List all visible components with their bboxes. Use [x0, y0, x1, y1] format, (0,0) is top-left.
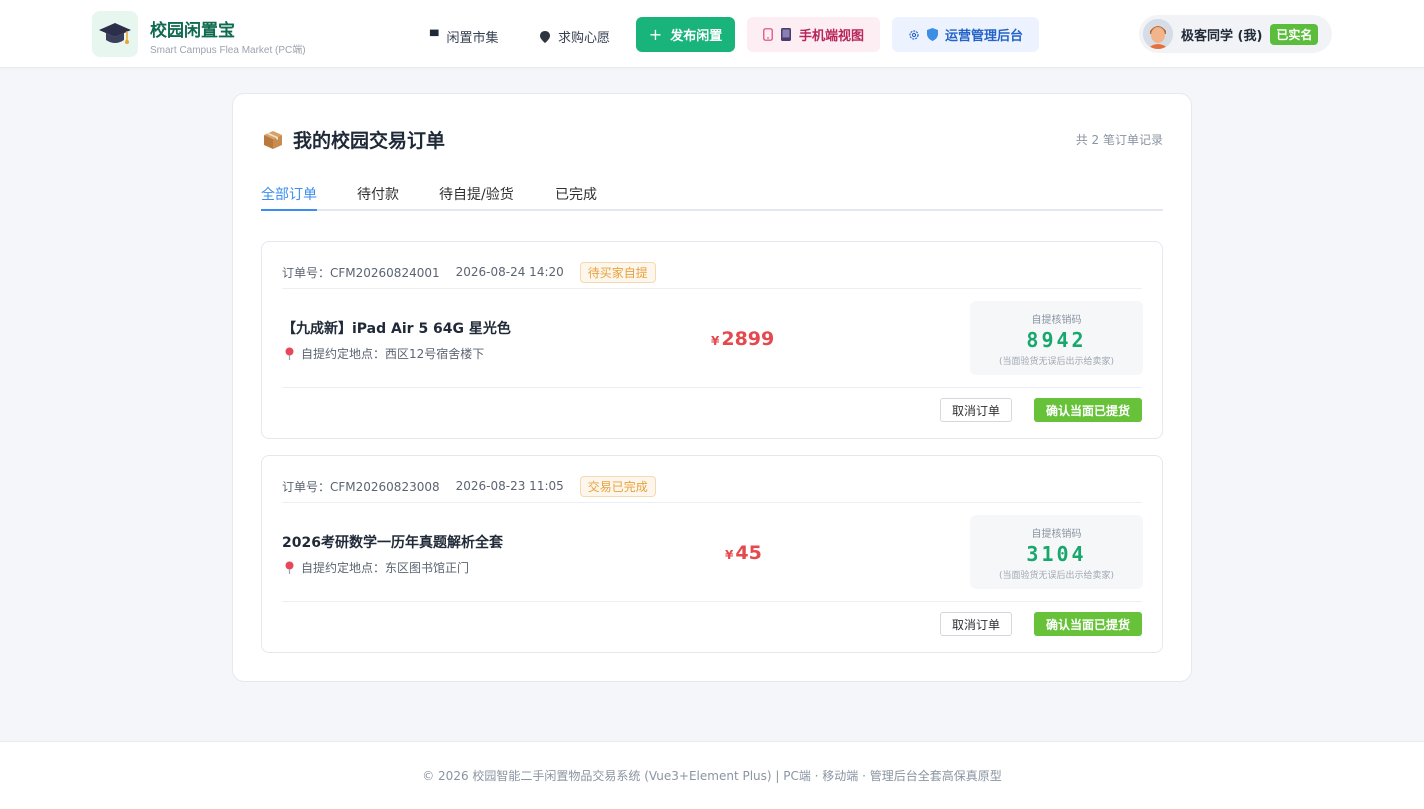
status-badge: 待买家自提	[579, 261, 656, 283]
order-tabs: 全部订单 待付款 待自提/验货 已完成	[261, 174, 1163, 211]
pickup-code-box: 自提核销码 3104 (当面验货无误后出示给卖家)	[970, 515, 1143, 589]
user-menu[interactable]: 极客同学 (我) 已实名	[1139, 15, 1332, 53]
plus-icon: +	[648, 25, 663, 44]
divider	[282, 387, 1142, 388]
mobile-view-label: 手机端视图	[798, 29, 864, 44]
top-header: 校园闲置宝 Smart Campus Flea Market (PC端) ▀ 闲…	[0, 0, 1424, 68]
pickup-code-hint: (当面验货无误后出示给卖家)	[998, 571, 1115, 581]
order-time: 2026-08-24 14:20	[455, 265, 564, 279]
admin-console-label: 运营管理后台	[944, 29, 1023, 44]
pickup-code-hint: (当面验货无误后出示给卖家)	[998, 357, 1115, 367]
page-title: 我的校园交易订单	[263, 126, 445, 153]
graduation-cap-icon	[99, 23, 131, 44]
status-badge: 交易已完成	[579, 475, 656, 497]
currency-symbol: ¥	[711, 334, 720, 348]
pin-icon	[540, 30, 550, 43]
shield-icon	[926, 28, 938, 41]
item-title[interactable]: 【九成新】iPad Air 5 64G 星光色	[282, 318, 511, 338]
price-value: 45	[735, 542, 762, 564]
divider	[282, 288, 1142, 289]
order-number: 订单号：CFM20260823008	[282, 479, 440, 494]
publish-button[interactable]: + 发布闲置	[636, 17, 735, 52]
footer: © 2026 校园智能二手闲置物品交易系统 (Vue3+Element Plus…	[0, 741, 1424, 809]
pickup-code-label: 自提核销码	[1031, 529, 1082, 540]
price: ¥2899	[711, 328, 774, 350]
footer-text: © 2026 校园智能二手闲置物品交易系统 (Vue3+Element Plus…	[422, 769, 1002, 783]
tab-pending-payment[interactable]: 待付款	[357, 184, 399, 204]
admin-console-button[interactable]: 运营管理后台	[892, 17, 1039, 52]
order-meta: 订单号：CFM20260824001 2026-08-24 14:20 待买家自…	[282, 261, 656, 283]
page-title-text: 我的校园交易订单	[293, 130, 446, 152]
store-icon: ▀	[430, 30, 439, 43]
item-title[interactable]: 2026考研数学一历年真题解析全套	[282, 532, 503, 552]
publish-label: 发布闲置	[670, 29, 723, 44]
active-tab-indicator	[261, 209, 317, 211]
pickup-location: 自提约定地点：西区12号宿舍楼下	[284, 345, 484, 362]
divider	[282, 502, 1142, 503]
pickup-text: 自提约定地点：西区12号宿舍楼下	[301, 347, 485, 361]
currency-symbol: ¥	[725, 548, 734, 562]
orders-panel: 我的校园交易订单 共 2 笔订单记录 全部订单 待付款 待自提/验货 已完成 订…	[232, 93, 1192, 682]
user-name: 极客同学 (我)	[1181, 28, 1263, 44]
package-icon	[264, 130, 282, 149]
nav-wishlist-label: 求购心愿	[558, 31, 611, 46]
gear-icon	[909, 29, 919, 40]
location-pin-icon	[285, 561, 294, 574]
nav-wishlist[interactable]: 求购心愿	[540, 27, 610, 46]
phone-icon	[780, 28, 791, 41]
pickup-code: 3104	[1026, 542, 1087, 566]
brand-subtitle: Smart Campus Flea Market (PC端)	[150, 45, 306, 56]
pickup-text: 自提约定地点：东区图书馆正门	[301, 561, 470, 575]
phone-outline-icon	[763, 28, 773, 41]
mobile-view-button[interactable]: 手机端视图	[747, 17, 880, 52]
verified-badge: 已实名	[1270, 23, 1319, 45]
price-value: 2899	[721, 328, 775, 350]
nav-market[interactable]: ▀ 闲置市集	[430, 27, 498, 46]
divider	[282, 601, 1142, 602]
order-card: 订单号：CFM20260824001 2026-08-24 14:20 待买家自…	[261, 241, 1163, 439]
pickup-code-box: 自提核销码 8942 (当面验货无误后出示给卖家)	[970, 301, 1143, 375]
tab-all[interactable]: 全部订单	[261, 184, 317, 204]
order-meta: 订单号：CFM20260823008 2026-08-23 11:05 交易已完…	[282, 475, 656, 497]
confirm-pickup-button[interactable]: 确认当面已提货	[1034, 398, 1142, 422]
pickup-location: 自提约定地点：东区图书馆正门	[284, 559, 469, 576]
tab-pending-pickup[interactable]: 待自提/验货	[439, 184, 514, 204]
pickup-code: 8942	[1026, 328, 1087, 352]
avatar	[1143, 19, 1173, 49]
price: ¥45	[725, 542, 762, 564]
pickup-code-label: 自提核销码	[1031, 315, 1082, 326]
order-card: 订单号：CFM20260823008 2026-08-23 11:05 交易已完…	[261, 455, 1163, 653]
order-number: 订单号：CFM20260824001	[282, 265, 440, 280]
brand-title: 校园闲置宝	[150, 21, 235, 41]
cancel-order-button[interactable]: 取消订单	[940, 612, 1012, 636]
order-time: 2026-08-23 11:05	[455, 479, 564, 493]
nav-market-label: 闲置市集	[446, 31, 499, 46]
cancel-order-button[interactable]: 取消订单	[940, 398, 1012, 422]
confirm-pickup-button[interactable]: 确认当面已提货	[1034, 612, 1142, 636]
record-count: 共 2 笔订单记录	[1075, 133, 1163, 147]
tab-completed[interactable]: 已完成	[555, 184, 597, 204]
logo[interactable]	[92, 11, 138, 57]
location-pin-icon	[285, 347, 294, 360]
